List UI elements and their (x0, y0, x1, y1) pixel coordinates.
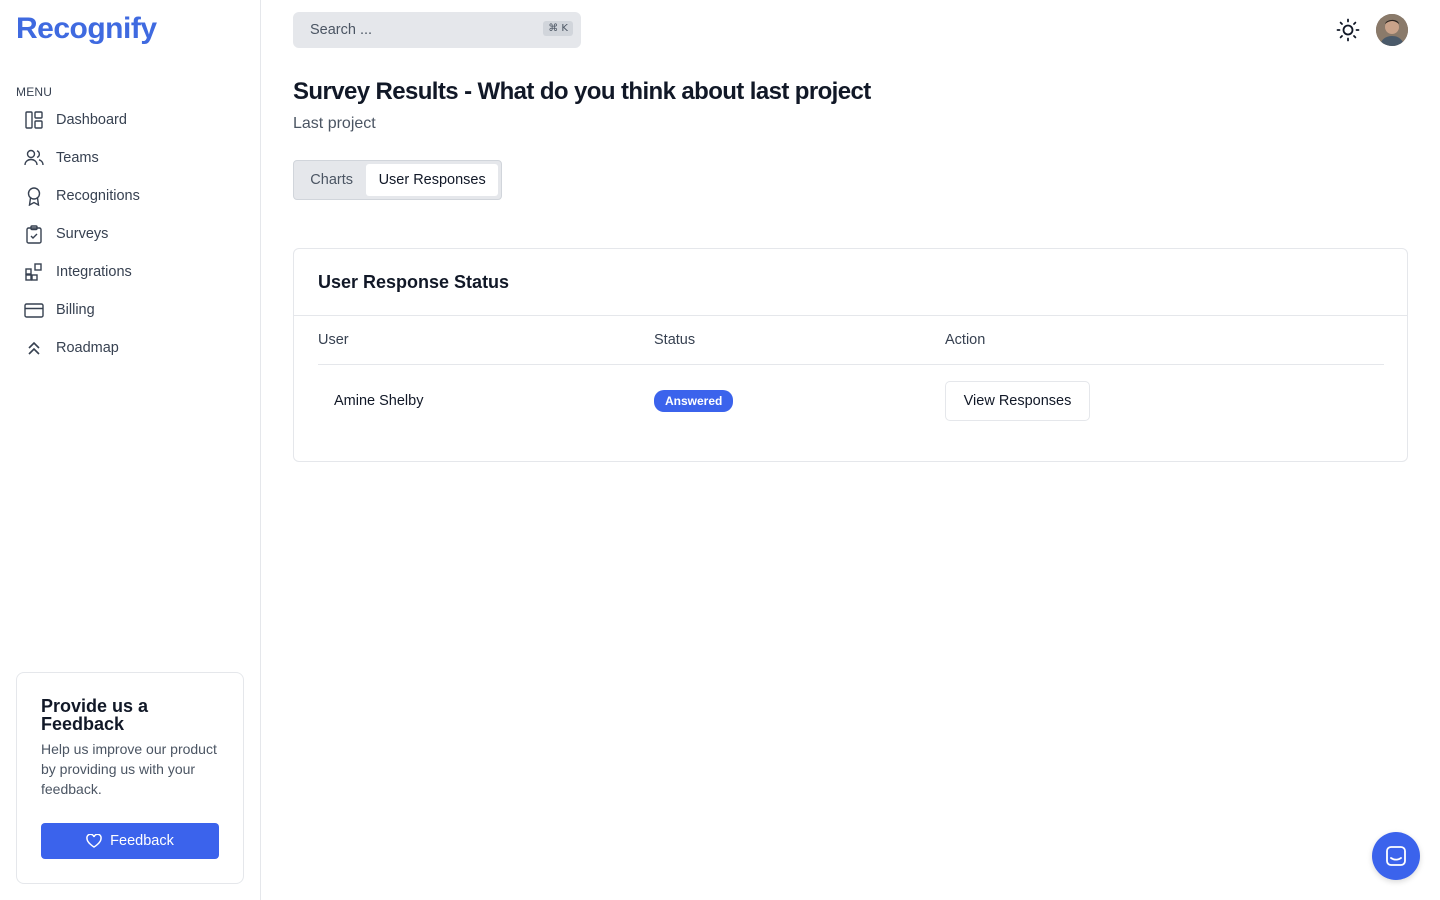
chat-launcher-button[interactable] (1372, 832, 1420, 880)
column-header-status: Status (654, 332, 696, 348)
card-title: User Response Status (318, 271, 510, 292)
sidebar-item-label: Integrations (56, 264, 132, 280)
responses-table: User Status Action Amine Shelby Answered… (318, 316, 1384, 437)
clipboard-check-icon (24, 224, 44, 244)
search-bar[interactable]: ⌘ K (293, 12, 581, 48)
search-input[interactable] (310, 22, 510, 38)
dashboard-icon (24, 110, 44, 130)
search-shortcut: ⌘ K (543, 21, 573, 36)
page-subtitle: Last project (293, 115, 376, 132)
action-cell: View Responses (945, 381, 1384, 421)
sidebar-item-recognitions[interactable]: Recognitions (16, 177, 244, 215)
sidebar-item-integrations[interactable]: Integrations (16, 253, 244, 291)
heart-icon (86, 834, 102, 848)
sidebar-item-roadmap[interactable]: Roadmap (16, 329, 244, 367)
card-header: User Response Status (294, 249, 1407, 316)
sidebar-item-teams[interactable]: Teams (16, 139, 244, 177)
sidebar-item-label: Dashboard (56, 112, 127, 128)
table-header: User Status Action (318, 316, 1384, 365)
page-title: Survey Results - What do you think about… (293, 78, 871, 105)
user-avatar[interactable] (1376, 14, 1408, 46)
tab-user-responses[interactable]: User Responses (366, 164, 498, 196)
status-cell: Answered (654, 390, 945, 412)
column-header-user: User (318, 332, 349, 348)
user-response-status-card: User Response Status User Status Action … (293, 248, 1408, 462)
theme-toggle-button[interactable] (1336, 18, 1360, 42)
sidebar-item-label: Recognitions (56, 188, 140, 204)
sidebar-item-label: Billing (56, 302, 95, 318)
feedback-title: Provide us a Feedback (41, 696, 149, 734)
chat-icon (1386, 846, 1406, 866)
sidebar-item-billing[interactable]: Billing (16, 291, 244, 329)
user-name-cell: Amine Shelby (334, 393, 424, 409)
award-icon (24, 186, 44, 206)
view-tabs: Charts User Responses (293, 160, 502, 200)
chevrons-up-icon (24, 338, 44, 358)
feedback-text: Help us improve our product by providing… (41, 741, 217, 797)
view-responses-button[interactable]: View Responses (945, 381, 1090, 421)
status-badge: Answered (654, 390, 734, 412)
tab-charts[interactable]: Charts (297, 164, 366, 196)
sidebar-nav: Dashboard Teams Recognitions Surveys Int… (16, 101, 244, 367)
sidebar-item-label: Roadmap (56, 340, 119, 356)
sun-icon (1336, 18, 1360, 42)
credit-card-icon (24, 300, 44, 320)
app-logo[interactable]: Recognify (16, 12, 157, 46)
sidebar-item-label: Surveys (56, 226, 109, 242)
integrations-icon (24, 262, 44, 282)
sidebar-item-label: Teams (56, 150, 99, 166)
table-row: Amine Shelby Answered View Responses (318, 365, 1384, 437)
feedback-button-label: Feedback (110, 833, 174, 849)
sidebar: Recognify MENU Dashboard Teams Recogniti… (0, 0, 261, 900)
feedback-card: Provide us a Feedback Help us improve ou… (16, 672, 244, 884)
menu-label: MENU (16, 85, 53, 99)
sidebar-item-surveys[interactable]: Surveys (16, 215, 244, 253)
feedback-button[interactable]: Feedback (41, 823, 219, 859)
column-header-action: Action (945, 332, 986, 348)
sidebar-item-dashboard[interactable]: Dashboard (16, 101, 244, 139)
users-icon (24, 148, 44, 168)
